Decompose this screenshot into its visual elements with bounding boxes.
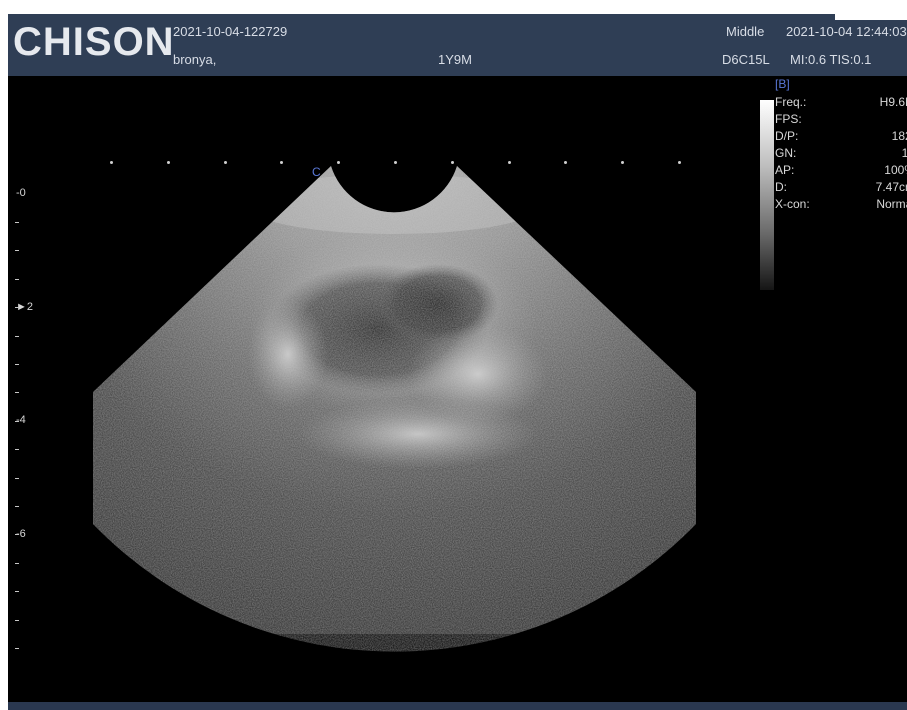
lateral-dot [394,161,397,164]
param-value: 100% [884,163,907,177]
depth-tick [15,307,19,309]
bottom-bar [8,702,907,710]
param-value: 19 [901,146,907,160]
depth-tick [15,591,19,593]
depth-tick [15,364,19,365]
focus-marker: C [312,165,321,179]
param-row: X-con: Normal [775,197,907,214]
lateral-dot [166,161,170,164]
param-row: Freq.: H9.6M [775,95,907,112]
lateral-dot [223,161,227,164]
lateral-dot [678,161,681,164]
depth-tick [15,477,19,479]
param-row: D: 7.47cm [775,180,907,197]
param-key: D/P: [775,129,799,143]
param-row: AP: 100% [775,163,907,180]
param-value: 182/ [891,129,907,143]
lateral-dot [450,161,454,164]
param-value: H9.6M [879,95,907,109]
mode-label: [B] [775,77,790,91]
depth-tick [15,222,19,223]
depth-tick [15,392,19,394]
corner-margin [835,0,907,20]
param-value: 7.47cm [875,180,907,194]
depth-tick [15,449,19,451]
depth-tick [15,278,19,280]
depth-tick [15,562,19,564]
depth-tick [15,335,19,337]
param-key: D: [775,180,787,194]
depth-tick [15,619,19,621]
depth-tick [15,506,19,507]
param-key: GN: [775,146,797,160]
parameter-panel: Freq.: H9.6M FPS:2 D/P: 182/ GN: 19 AP: 100%… [775,95,907,214]
grayscale-bar [760,100,774,290]
depth-label-0: -0 [16,187,26,199]
param-key: FPS: [775,112,802,126]
param-key: AP: [775,163,795,177]
param-key: X-con: [775,197,810,211]
param-value: Normal [876,197,907,211]
lateral-dot [110,161,113,164]
depth-tick [15,250,19,252]
param-row: D/P: 182/ [775,129,907,146]
param-key: Freq.: [775,95,807,109]
ultrasound-screen: CHISON 2021-10-04-122729 bronya, 1Y9M Mi… [8,14,907,710]
depth-tick [15,648,19,649]
depth-tick [15,534,19,536]
param-row: GN: 19 [775,146,907,163]
lateral-dot [507,161,511,164]
top-margin [0,0,907,14]
depth-tick [15,420,19,422]
param-row: FPS:2 [775,112,907,129]
